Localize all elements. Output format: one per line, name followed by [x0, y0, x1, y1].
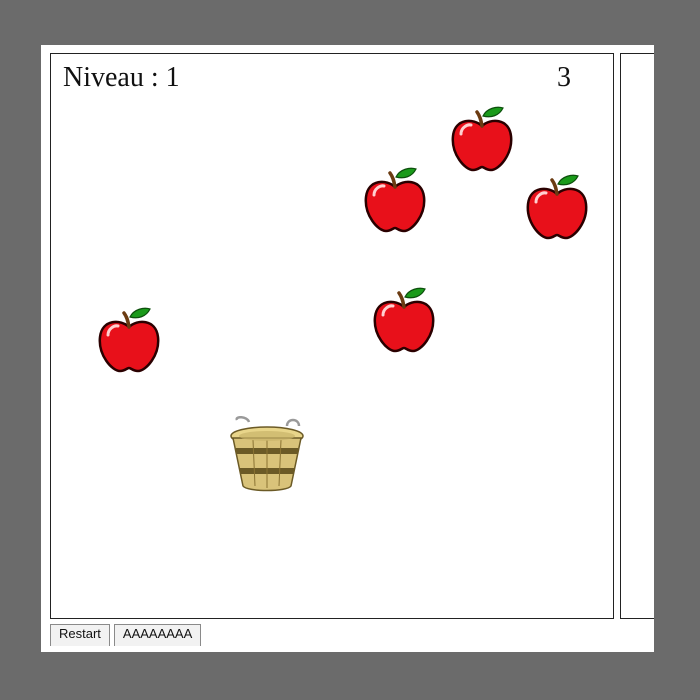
level-label: Niveau : 1: [63, 62, 180, 93]
basket-icon[interactable]: [227, 416, 307, 494]
apple-icon: [447, 104, 517, 174]
button-row: Restart AAAAAAAA: [50, 624, 202, 646]
score-counter: 3: [557, 62, 571, 93]
game-canvas[interactable]: Niveau : 1 3: [50, 53, 614, 619]
game-frame: Niveau : 1 3 Restart AAAAAAAA: [41, 45, 654, 652]
apple-icon: [94, 305, 164, 375]
apple-icon: [360, 165, 430, 235]
apple-icon: [369, 285, 439, 355]
aaaaaaaa-button[interactable]: AAAAAAAA: [113, 624, 202, 646]
side-panel: [620, 53, 654, 619]
restart-button[interactable]: Restart: [50, 624, 110, 646]
apple-icon: [522, 172, 592, 242]
